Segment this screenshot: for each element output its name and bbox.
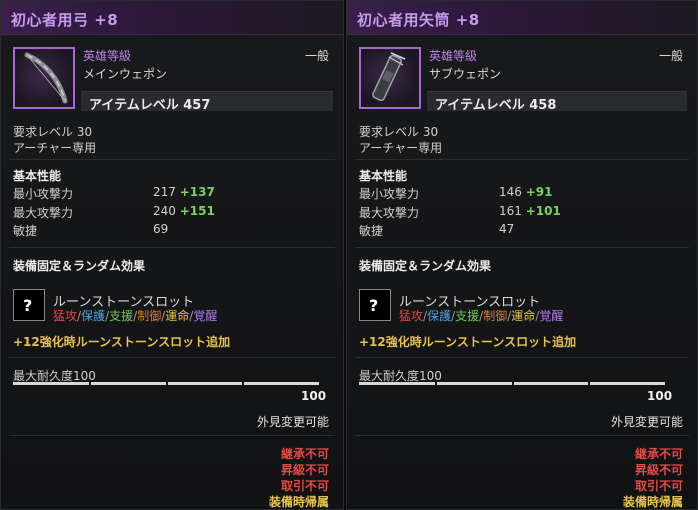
class-requirement: アーチャー専用 — [13, 141, 97, 155]
rune-slot[interactable]: ? — [359, 289, 391, 321]
item-level: アイテムレベル 458 — [435, 98, 557, 113]
enhance-note: +12強化時ルーンストーンスロット追加 — [13, 335, 231, 349]
stat-row-max-attack: 最大攻撃力 240 +151 — [13, 204, 333, 220]
quiver-icon — [372, 52, 406, 102]
rune-type-fate: 運命 — [511, 309, 536, 323]
stat-row-min-attack: 最小攻撃力 217 +137 — [13, 185, 333, 201]
stat-name: 敏捷 — [359, 224, 384, 238]
rune-type-onslaught: 猛攻 — [53, 309, 78, 323]
rune-type-fate: 運命 — [165, 309, 190, 323]
item-rarity: 一般 — [304, 49, 329, 63]
stat-row-agility: 敏捷 69 — [13, 222, 333, 238]
question-mark-icon: ? — [23, 296, 33, 315]
stat-value: 146 +91 — [499, 185, 553, 199]
stat-value: 240 +151 — [153, 204, 215, 218]
stat-base: 161 — [499, 204, 522, 218]
item-icon-frame[interactable] — [13, 47, 75, 109]
stat-base: 47 — [499, 222, 515, 236]
stat-base: 69 — [153, 222, 169, 236]
stat-name: 最大攻撃力 — [359, 206, 420, 220]
required-level: 要求レベル 30 — [359, 125, 439, 139]
divider — [355, 357, 689, 358]
bow-icon — [24, 52, 68, 104]
item-title: 初心者用弓 +8 — [11, 11, 119, 29]
class-requirement: アーチャー専用 — [359, 141, 443, 155]
stat-base: 146 — [499, 185, 522, 199]
basic-stats-header: 基本性能 — [13, 169, 62, 183]
basic-stats-header: 基本性能 — [359, 169, 408, 183]
item-level: アイテムレベル 457 — [89, 98, 211, 113]
stat-bonus: +91 — [525, 185, 553, 199]
stat-value: 69 — [153, 222, 168, 236]
rune-type-control: 制御 — [137, 309, 162, 323]
restriction-inherit: 継承不可 — [280, 447, 329, 461]
stat-value: 161 +101 — [499, 204, 561, 218]
rune-type-awakening: 覚醒 — [193, 309, 218, 323]
stat-bonus: +137 — [179, 185, 215, 199]
durability-bar — [13, 382, 319, 385]
question-mark-icon: ? — [369, 296, 379, 315]
item-icon-frame[interactable] — [359, 47, 421, 109]
rune-type-support: 支援 — [455, 309, 480, 323]
durability-value: 100 — [301, 389, 327, 403]
item-grade: 英雄等級 — [429, 49, 478, 63]
stat-row-max-attack: 最大攻撃力 161 +101 — [359, 204, 679, 220]
divider — [355, 159, 689, 160]
divider — [355, 247, 689, 248]
rune-type-control: 制御 — [483, 309, 508, 323]
rune-type-list: 猛攻/保護/支援/制御/運命/覚醒 — [399, 309, 564, 323]
stat-name: 最小攻撃力 — [13, 187, 74, 201]
stat-row-agility: 敏捷 47 — [359, 222, 679, 238]
divider — [9, 159, 335, 160]
rune-type-list: 猛攻/保護/支援/制御/運命/覚醒 — [53, 309, 218, 323]
stat-name: 最大攻撃力 — [13, 206, 74, 220]
restriction-trade: 取引不可 — [280, 479, 329, 493]
stat-value: 47 — [499, 222, 514, 236]
effects-header: 装備固定＆ランダム効果 — [13, 259, 146, 273]
bind-on-equip: 装備時帰属 — [622, 495, 683, 509]
bind-on-equip: 装備時帰属 — [268, 495, 329, 509]
item-tooltip-quiver: 初心者用矢筒 +8 英雄等級 サブウェポン 一般 アイテムレベル 458 要求レ… — [346, 0, 698, 510]
stat-base: 217 — [153, 185, 176, 199]
enhance-note: +12強化時ルーンストーンスロット追加 — [359, 335, 577, 349]
divider — [9, 435, 335, 436]
item-level-bar: アイテムレベル 457 — [81, 91, 333, 113]
stat-value: 217 +137 — [153, 185, 215, 199]
restriction-upgrade: 昇級不可 — [634, 463, 683, 477]
item-title: 初心者用矢筒 +8 — [357, 11, 480, 29]
item-level-bar: アイテムレベル 458 — [427, 91, 687, 113]
stat-bonus: +151 — [179, 204, 215, 218]
effects-header: 装備固定＆ランダム効果 — [359, 259, 492, 273]
rune-type-protection: 保護 — [81, 309, 106, 323]
appearance-change: 外見変更可能 — [256, 415, 329, 429]
rune-type-protection: 保護 — [427, 309, 452, 323]
stat-name: 敏捷 — [13, 224, 38, 238]
stat-row-min-attack: 最小攻撃力 146 +91 — [359, 185, 679, 201]
item-subtype: メインウェポン — [83, 67, 168, 81]
divider — [9, 247, 335, 248]
rune-type-onslaught: 猛攻 — [399, 309, 424, 323]
restriction-trade: 取引不可 — [634, 479, 683, 493]
item-subtype: サブウェポン — [429, 67, 502, 81]
item-rarity: 一般 — [658, 49, 683, 63]
item-tooltip-bow: 初心者用弓 +8 英雄等級 メインウェポン 一般 アイテムレベル 457 要求レ… — [0, 0, 344, 510]
rune-type-awakening: 覚醒 — [539, 309, 564, 323]
divider — [9, 357, 335, 358]
restriction-inherit: 継承不可 — [634, 447, 683, 461]
divider — [355, 435, 689, 436]
stat-bonus: +101 — [525, 204, 561, 218]
item-grade: 英雄等級 — [83, 49, 132, 63]
title-bar: 初心者用矢筒 +8 — [347, 1, 697, 35]
required-level: 要求レベル 30 — [13, 125, 93, 139]
rune-slot[interactable]: ? — [13, 289, 45, 321]
title-bar: 初心者用弓 +8 — [1, 1, 343, 35]
restriction-upgrade: 昇級不可 — [280, 463, 329, 477]
appearance-change: 外見変更可能 — [610, 415, 683, 429]
stat-name: 最小攻撃力 — [359, 187, 420, 201]
durability-value: 100 — [647, 389, 673, 403]
rune-type-support: 支援 — [109, 309, 134, 323]
stat-base: 240 — [153, 204, 176, 218]
durability-bar — [359, 382, 665, 385]
